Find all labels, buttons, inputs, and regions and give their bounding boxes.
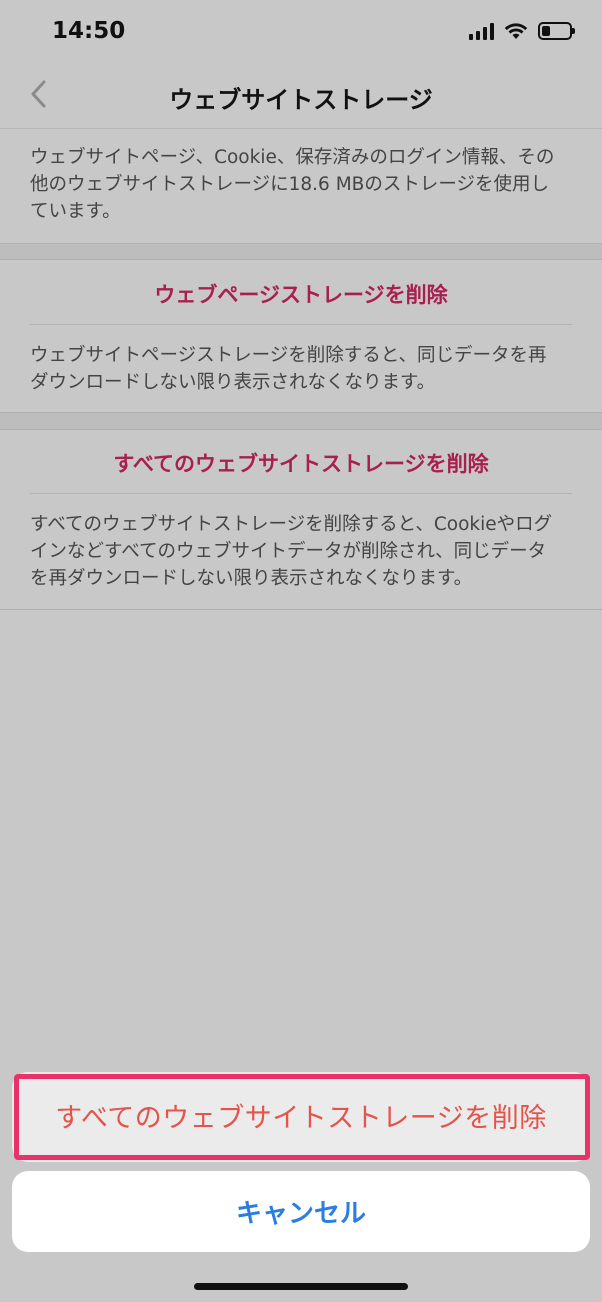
description-line: ウェブサイトページストレージを削除すると、同じデータを再: [30, 345, 547, 366]
nav-divider: [0, 128, 602, 129]
status-time: 14:50: [52, 18, 126, 44]
signal-icon: [469, 22, 494, 40]
home-indicator: [194, 1283, 408, 1290]
status-bar: 14:50: [0, 0, 602, 62]
section-divider: [0, 412, 602, 430]
nav-bar: ウェブサイトストレージ: [0, 62, 602, 128]
delete-webpage-storage-button[interactable]: ウェブページストレージを削除: [0, 279, 602, 309]
page-title: ウェブサイトストレージ: [169, 86, 433, 114]
cancel-label: キャンセル: [235, 1199, 366, 1229]
divider: [30, 493, 572, 494]
wifi-icon: [504, 23, 528, 39]
section-divider: [0, 243, 602, 260]
all-storage-description: すべてのウェブサイトストレージを削除すると、Cookieやログ インなどすべての…: [30, 511, 575, 592]
highlight-annotation: [14, 1074, 590, 1160]
description-line: インなどすべてのウェブサイトデータが削除され、同じデータ: [30, 541, 547, 562]
section-divider: [0, 609, 602, 610]
summary-line: 他のウェブサイトストレージに18.6 MBのストレージを使用し: [30, 174, 549, 195]
description-line: すべてのウェブサイトストレージを削除すると、Cookieやログ: [30, 514, 553, 535]
summary-line: ウェブサイトページ、Cookie、保存済みのログイン情報、その: [30, 147, 555, 168]
description-line: ダウンロードしない限り表示されなくなります。: [30, 372, 436, 393]
webpage-storage-description: ウェブサイトページストレージを削除すると、同じデータを再 ダウンロードしない限り…: [30, 342, 575, 396]
divider: [30, 324, 572, 325]
description-line: を再ダウンロードしない限り表示されなくなります。: [30, 568, 473, 589]
battery-icon: [538, 22, 575, 40]
delete-all-website-storage-button[interactable]: すべてのウェブサイトストレージを削除: [0, 448, 602, 478]
cancel-button[interactable]: キャンセル: [12, 1171, 590, 1252]
status-icons: [469, 22, 575, 40]
storage-summary: ウェブサイトページ、Cookie、保存済みのログイン情報、その 他のウェブサイト…: [30, 144, 575, 225]
summary-line: ています。: [30, 201, 121, 222]
